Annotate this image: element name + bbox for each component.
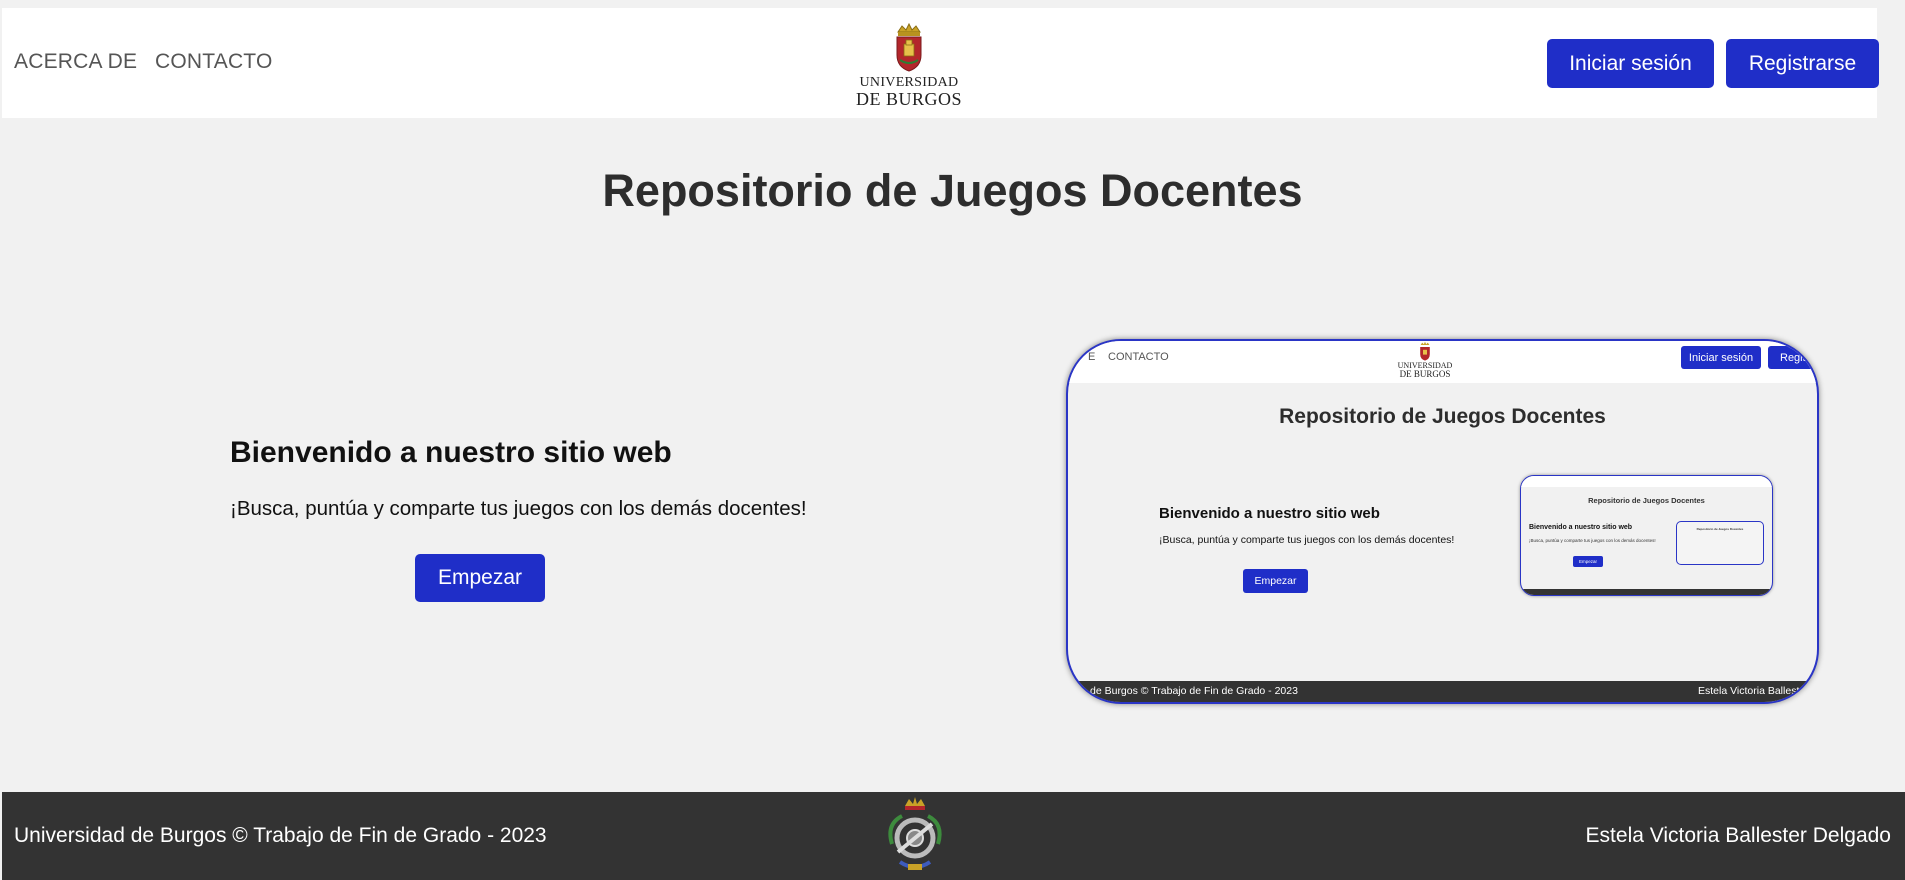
nested-preview-image: Repositorio de Juegos Docentes Bienvenid… bbox=[1520, 475, 1773, 596]
logo-line2: DE BURGOS bbox=[855, 89, 962, 109]
login-button[interactable]: Iniciar sesión bbox=[1547, 39, 1714, 88]
nested-inner-title: Repositorio de Juegos Docentes bbox=[1696, 527, 1744, 531]
nested-preview-header bbox=[1521, 476, 1772, 487]
preview-welcome-subtitle: ¡Busca, puntúa y comparte tus juegos con… bbox=[1159, 534, 1455, 546]
footer-copyright: Universidad de Burgos © Trabajo de Fin d… bbox=[14, 824, 547, 847]
preview-logo-line2: DE BURGOS bbox=[1399, 369, 1451, 379]
preview-register-button: Regis bbox=[1768, 346, 1817, 369]
preview-footer: de Burgos © Trabajo de Fin de Grado - 20… bbox=[1068, 681, 1817, 702]
preview-nav-contact: CONTACTO bbox=[1108, 351, 1169, 363]
site-preview-image: E CONTACTO UNIVERSIDAD DE BURGOS Iniciar… bbox=[1066, 339, 1819, 704]
logo-text: UNIVERSIDAD DE BURGOS bbox=[855, 75, 962, 109]
university-logo[interactable]: UNIVERSIDAD DE BURGOS bbox=[854, 8, 964, 118]
university-crest-icon bbox=[1420, 341, 1430, 361]
preview-page-title: Repositorio de Juegos Docentes bbox=[1279, 405, 1606, 428]
preview-logo: UNIVERSIDAD DE BURGOS bbox=[1395, 341, 1455, 379]
footer-author: Estela Victoria Ballester Delgado bbox=[1585, 824, 1891, 847]
preview-nav-about: E bbox=[1088, 351, 1096, 363]
register-button[interactable]: Registrarse bbox=[1726, 39, 1879, 88]
preview-footer-left: de Burgos © Trabajo de Fin de Grado - 20… bbox=[1090, 685, 1298, 697]
nested-preview-welcome: Bienvenido a nuestro sitio web bbox=[1529, 524, 1633, 531]
nested-preview-footer bbox=[1521, 589, 1772, 595]
nav-about-link[interactable]: ACERCA DE bbox=[14, 50, 137, 74]
site-footer: Universidad de Burgos © Trabajo de Fin d… bbox=[2, 792, 1905, 880]
page-title: Repositorio de Juegos Docentes bbox=[602, 165, 1303, 216]
nested-preview-start-button: Empezar bbox=[1573, 556, 1603, 567]
preview-start-button: Empezar bbox=[1243, 569, 1308, 593]
preview-header: E CONTACTO UNIVERSIDAD DE BURGOS Iniciar… bbox=[1068, 341, 1817, 383]
welcome-subtitle: ¡Busca, puntúa y comparte tus juegos con… bbox=[230, 497, 807, 520]
preview-welcome-title: Bienvenido a nuestro sitio web bbox=[1159, 505, 1380, 522]
nested-preview-title: Repositorio de Juegos Docentes bbox=[1588, 496, 1705, 505]
preview-login-button: Iniciar sesión bbox=[1681, 346, 1761, 369]
site-header: ACERCA DE CONTACTO UNIVERSIDAD DE BURGOS… bbox=[2, 8, 1879, 118]
preview-logo-text: UNIVERSIDAD DE BURGOS bbox=[1398, 362, 1453, 379]
nav-contact-link[interactable]: CONTACTO bbox=[155, 50, 273, 74]
start-button[interactable]: Empezar bbox=[415, 554, 545, 602]
faculty-emblem-icon bbox=[888, 797, 942, 870]
university-crest-icon bbox=[896, 22, 922, 72]
welcome-title: Bienvenido a nuestro sitio web bbox=[230, 436, 672, 469]
nested-preview-subtitle: ¡Busca, puntúa y comparte tus juegos con… bbox=[1529, 538, 1656, 543]
nested-preview-inner-image: Repositorio de Juegos Docentes bbox=[1676, 521, 1764, 565]
preview-footer-right: Estela Victoria Ballest bbox=[1698, 685, 1800, 697]
